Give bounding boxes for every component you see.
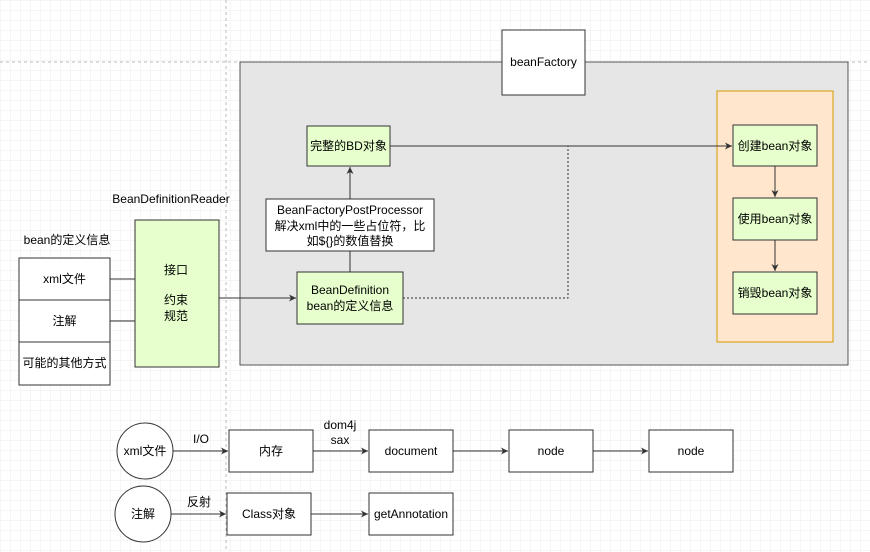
source-row-other[interactable]: 可能的其他方式 — [18, 341, 111, 386]
node-label-2: node — [678, 444, 705, 458]
reader-line2: 约束 — [164, 292, 188, 307]
edge-reflection-label: 反射 — [187, 494, 211, 509]
get-annotation-label: getAnnotation — [374, 507, 448, 521]
annotation-start-circle[interactable]: 注解 — [114, 485, 172, 543]
document-node[interactable]: document — [368, 429, 454, 473]
source-row-annotation[interactable]: 注解 — [18, 299, 111, 343]
edge-sax-label: sax — [331, 433, 350, 447]
reader-line1: 接口 — [164, 262, 188, 277]
reader-node[interactable]: 接口 约束 规范 — [134, 219, 220, 368]
post-processor-line2: 解决xml中的一些占位符，比 — [275, 218, 426, 233]
bean-factory-label-box[interactable]: beanFactory — [501, 29, 586, 96]
use-bean-node[interactable]: 使用bean对象 — [732, 197, 818, 241]
memory-node[interactable]: 内存 — [228, 429, 314, 473]
create-bean-label: 创建bean对象 — [738, 139, 813, 153]
post-processor-node[interactable]: BeanFactoryPostProcessor 解决xml中的一些占位符，比 … — [265, 198, 435, 252]
create-bean-node[interactable]: 创建bean对象 — [732, 124, 818, 167]
reader-title: BeanDefinitionReader — [112, 192, 229, 206]
destroy-bean-label: 销毁bean对象 — [738, 285, 813, 300]
use-bean-label: 使用bean对象 — [738, 211, 813, 226]
class-object-node[interactable]: Class对象 — [226, 492, 312, 536]
destroy-bean-node[interactable]: 销毁bean对象 — [732, 271, 818, 315]
complete-bd-label: 完整的BD对象 — [310, 138, 387, 153]
edge-dom4j-label: dom4j — [324, 418, 357, 432]
annotation-start-label: 注解 — [131, 506, 155, 521]
diagram-canvas: beanFactory 完整的BD对象 BeanFactoryPostProce… — [0, 0, 870, 552]
bean-definition-line2: bean的定义信息 — [307, 298, 394, 313]
xml-start-label: xml文件 — [124, 443, 167, 458]
source-row-label: xml文件 — [43, 271, 86, 286]
bean-definition-node[interactable]: BeanDefinition bean的定义信息 — [296, 271, 404, 325]
post-processor-line1: BeanFactoryPostProcessor — [277, 203, 423, 217]
source-row-label: 注解 — [52, 313, 76, 328]
sources-title: bean的定义信息 — [24, 232, 111, 247]
document-label: document — [385, 444, 438, 458]
source-row-label: 可能的其他方式 — [22, 355, 106, 370]
sources-table: xml文件 注解 可能的其他方式 — [18, 257, 111, 386]
node-node-1[interactable]: node — [508, 429, 594, 473]
source-row-xml[interactable]: xml文件 — [18, 257, 111, 301]
complete-bd-node[interactable]: 完整的BD对象 — [306, 125, 391, 167]
post-processor-line3: 如${}的数值替换 — [307, 233, 394, 248]
bean-definition-line1: BeanDefinition — [311, 283, 389, 297]
class-object-label: Class对象 — [242, 507, 296, 521]
node-node-2[interactable]: node — [648, 429, 734, 473]
reader-line3: 规范 — [164, 308, 188, 323]
bean-factory-title: beanFactory — [510, 55, 577, 69]
xml-start-circle[interactable]: xml文件 — [116, 422, 174, 480]
edge-io-label: I/O — [193, 432, 209, 446]
node-label-1: node — [538, 444, 565, 458]
memory-label: 内存 — [259, 444, 283, 458]
get-annotation-node[interactable]: getAnnotation — [368, 492, 454, 536]
